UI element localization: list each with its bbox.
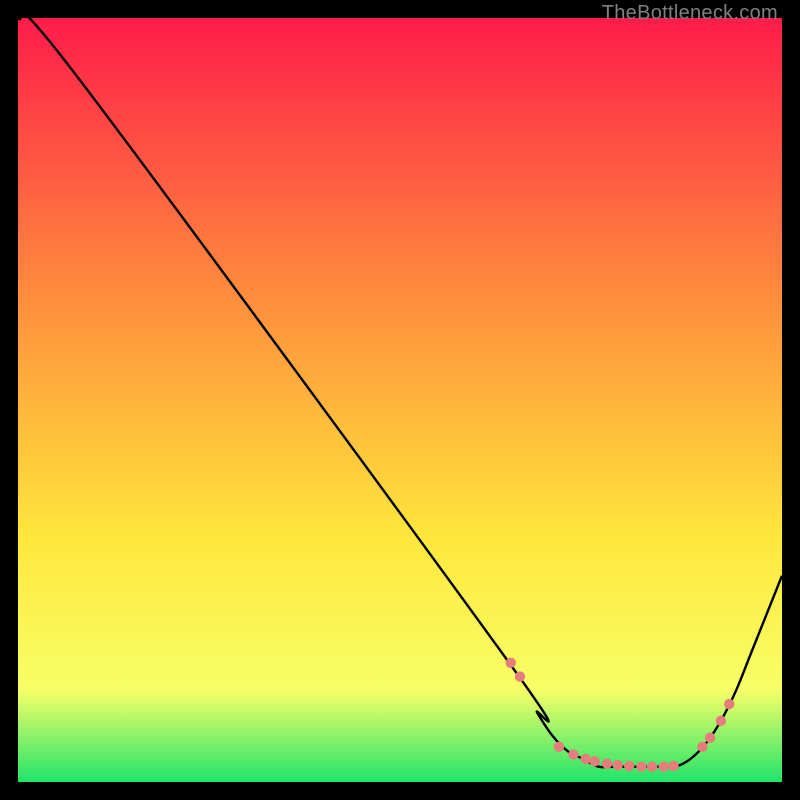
marker-dot [624, 761, 634, 771]
marker-dot [724, 699, 734, 709]
bottleneck-chart [18, 18, 782, 782]
marker-dot [568, 749, 578, 759]
marker-dot [613, 760, 623, 770]
marker-dot [636, 762, 646, 772]
marker-dot [506, 658, 516, 668]
marker-dot [658, 762, 668, 772]
marker-dot [590, 756, 600, 766]
marker-dot [705, 732, 715, 742]
marker-dot [668, 761, 678, 771]
marker-dot [602, 758, 612, 768]
watermark-text: TheBottleneck.com [602, 2, 778, 25]
marker-dot [515, 671, 525, 681]
marker-dot [697, 742, 707, 752]
marker-dot [554, 742, 564, 752]
chart-area [18, 18, 782, 782]
gradient-background [18, 18, 782, 782]
marker-dot [580, 754, 590, 764]
marker-dot [647, 762, 657, 772]
marker-dot [716, 716, 726, 726]
